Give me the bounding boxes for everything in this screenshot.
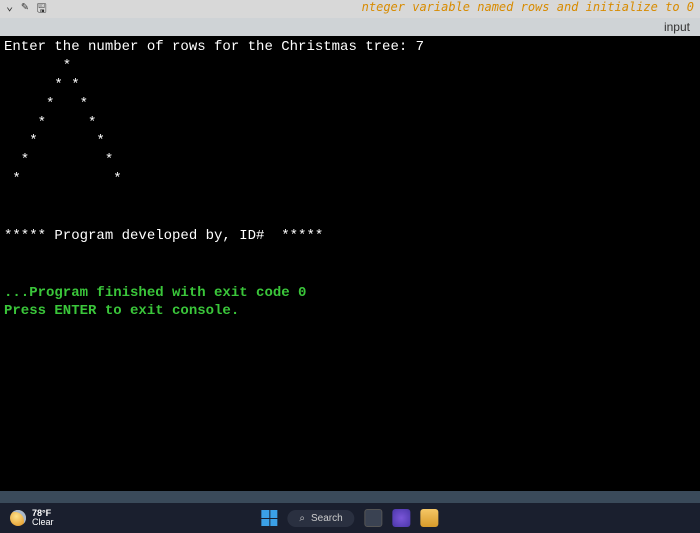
editor-strip: ⌄ ✎ 🖫 nteger variable named rows and ini… <box>0 0 700 18</box>
edit-icon[interactable]: ✎ <box>21 0 28 20</box>
tree-line: * * <box>4 133 105 149</box>
file-explorer-icon[interactable] <box>421 509 439 527</box>
weather-icon <box>10 510 26 526</box>
console-output[interactable]: Enter the number of rows for the Christm… <box>0 36 700 491</box>
weather-condition: Clear <box>32 518 54 527</box>
chat-icon[interactable] <box>393 509 411 527</box>
task-view-icon[interactable] <box>365 509 383 527</box>
windows-taskbar[interactable]: 78°F Clear ⌕ Search <box>0 503 700 533</box>
weather-widget[interactable]: 78°F Clear <box>10 509 54 527</box>
input-value: 7 <box>416 39 424 55</box>
tree-line: * * <box>4 96 88 112</box>
search-button[interactable]: ⌕ Search <box>287 510 354 527</box>
tree-line: * * <box>4 171 122 187</box>
tree-line: * <box>4 58 71 74</box>
press-enter-message: Press ENTER to exit console. <box>4 303 239 319</box>
save-icon[interactable]: 🖫 <box>36 0 46 20</box>
desktop-gap <box>0 491 700 503</box>
windows-start-icon[interactable] <box>261 510 277 526</box>
console-header: input <box>0 18 700 36</box>
code-comment-fragment: nteger variable named rows and initializ… <box>362 0 694 14</box>
exit-message: ...Program finished with exit code 0 <box>4 285 306 301</box>
tree-line: * * <box>4 77 80 93</box>
search-label: Search <box>311 513 343 524</box>
chevron-down-icon[interactable]: ⌄ <box>6 0 13 20</box>
prompt-text: Enter the number of rows for the Christm… <box>4 39 416 55</box>
search-icon: ⌕ <box>299 513 305 524</box>
input-label: input <box>664 20 690 34</box>
taskbar-center: ⌕ Search <box>261 509 438 527</box>
credit-line: ***** Program developed by, ID# ***** <box>4 228 323 244</box>
tree-line: * * <box>4 115 96 131</box>
tree-line: * * <box>4 152 113 168</box>
editor-toolbar-icons: ⌄ ✎ 🖫 <box>0 0 47 20</box>
